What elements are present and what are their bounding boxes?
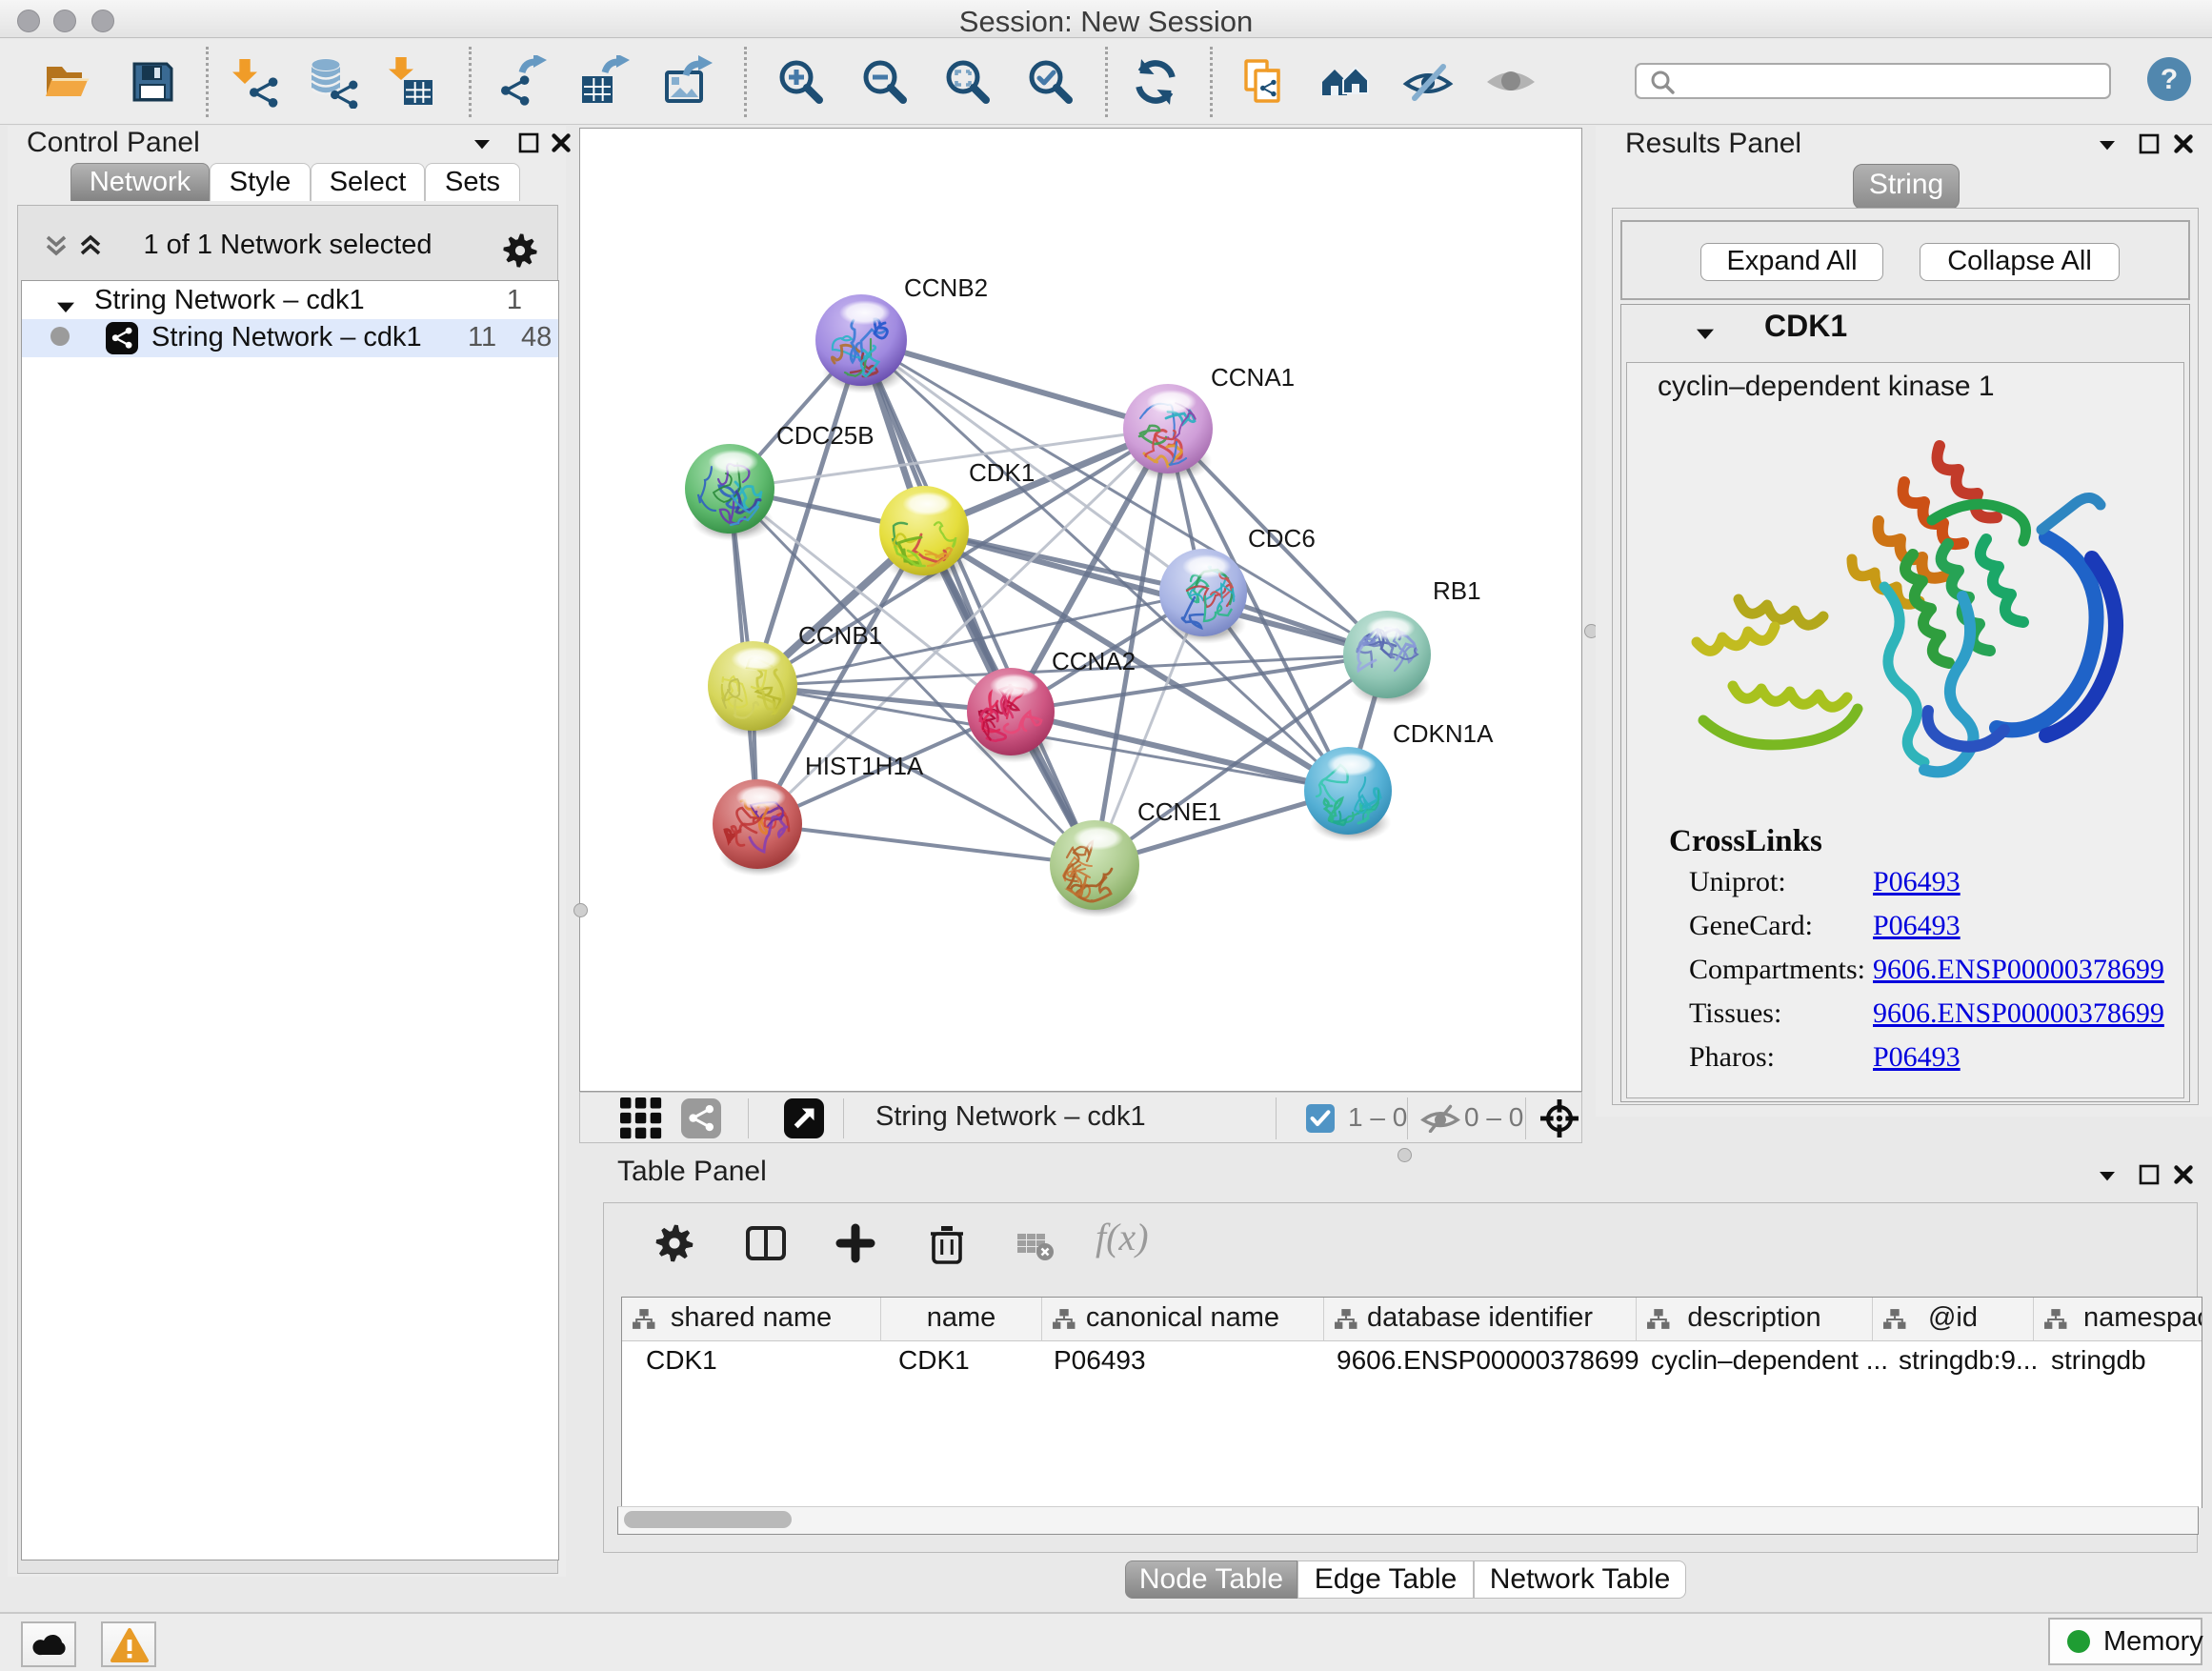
svg-text:CCNB2: CCNB2 (904, 273, 988, 302)
svg-text:CDK1: CDK1 (969, 458, 1035, 487)
svg-text:CCNB1: CCNB1 (798, 621, 882, 650)
svg-text:CCNA1: CCNA1 (1211, 363, 1295, 392)
svg-text:CDKN1A: CDKN1A (1393, 719, 1494, 748)
svg-text:CDC6: CDC6 (1248, 524, 1316, 553)
svg-text:RB1: RB1 (1433, 576, 1481, 605)
svg-text:CCNE1: CCNE1 (1137, 797, 1221, 826)
svg-text:HIST1H1A: HIST1H1A (805, 752, 924, 780)
svg-text:CCNA2: CCNA2 (1052, 647, 1136, 675)
svg-text:CDC25B: CDC25B (776, 421, 875, 450)
svg-text:?: ? (2161, 64, 2178, 95)
